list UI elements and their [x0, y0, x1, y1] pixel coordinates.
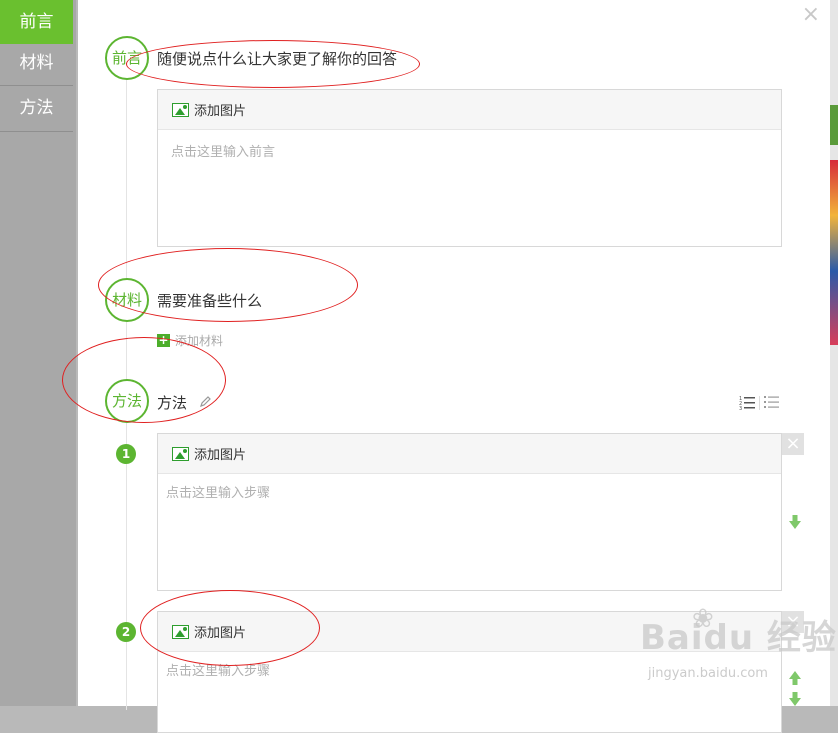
step-2-editor-toolbar: 添加图片 [158, 612, 781, 652]
intro-add-image-button[interactable]: 添加图片 [172, 100, 246, 119]
step-2-delete-button[interactable]: × [782, 611, 804, 633]
materials-badge: 材料 [105, 278, 149, 322]
materials-title: 需要准备些什么 [157, 292, 263, 310]
step-1-editor-toolbar: 添加图片 [158, 434, 781, 474]
step-2-placeholder: 点击这里输入步骤 [166, 664, 271, 679]
intro-badge: 前言 [105, 36, 149, 80]
intro-editor[interactable]: 添加图片 点击这里输入前言 [157, 89, 782, 247]
step-1-delete-button[interactable]: × [782, 433, 804, 455]
plus-icon: + [157, 333, 170, 347]
svg-text:3: 3 [739, 406, 742, 410]
step-1-placeholder: 点击这里输入步骤 [166, 486, 271, 501]
step-number-1: 1 [116, 444, 136, 464]
intro-title: 随便说点什么让大家更了解你的回答 [157, 50, 398, 68]
step-2-add-image-button[interactable]: 添加图片 [172, 622, 246, 641]
move-up-icon[interactable] [789, 671, 801, 685]
left-nav: 前言 材料 方法 [0, 0, 76, 706]
method-badge: 方法 [105, 379, 149, 423]
step-number-2: 2 [116, 622, 136, 642]
add-image-label: 添加图片 [194, 626, 247, 641]
editor-modal: × 前言 随便说点什么让大家更了解你的回答 添加图片 点击这里输入前言 材料 需… [62, 0, 830, 733]
background-page-strip [830, 0, 838, 706]
bullet-list-icon[interactable] [764, 395, 779, 409]
method-title: 方法 [157, 394, 188, 412]
step-1-editor[interactable]: 添加图片 点击这里输入步骤 [157, 433, 782, 591]
background-image [830, 160, 838, 345]
intro-editor-toolbar: 添加图片 [158, 90, 781, 130]
move-down-icon[interactable] [789, 515, 801, 529]
nav-item-method[interactable]: 方法 [0, 86, 73, 130]
image-icon [172, 624, 189, 639]
nav-item-intro[interactable]: 前言 [0, 0, 73, 44]
move-down-icon[interactable] [789, 692, 801, 706]
image-icon [172, 102, 189, 117]
intro-placeholder: 点击这里输入前言 [171, 145, 276, 160]
toolbar-divider [759, 396, 760, 410]
add-material-label: 添加材料 [175, 334, 224, 348]
image-icon [172, 446, 189, 461]
nav-item-materials[interactable]: 材料 [0, 41, 73, 85]
step-2-editor[interactable]: 添加图片 点击这里输入步骤 [157, 611, 782, 733]
add-image-label: 添加图片 [194, 448, 247, 463]
close-icon[interactable]: × [802, 2, 820, 27]
pencil-icon[interactable] [199, 396, 211, 408]
add-material-button[interactable]: + 添加材料 [157, 332, 223, 349]
background-green-block [830, 105, 838, 145]
nav-divider [0, 131, 73, 132]
add-image-label: 添加图片 [194, 104, 247, 119]
step-1-add-image-button[interactable]: 添加图片 [172, 444, 246, 463]
numbered-list-icon[interactable]: 1 2 3 [739, 394, 755, 410]
